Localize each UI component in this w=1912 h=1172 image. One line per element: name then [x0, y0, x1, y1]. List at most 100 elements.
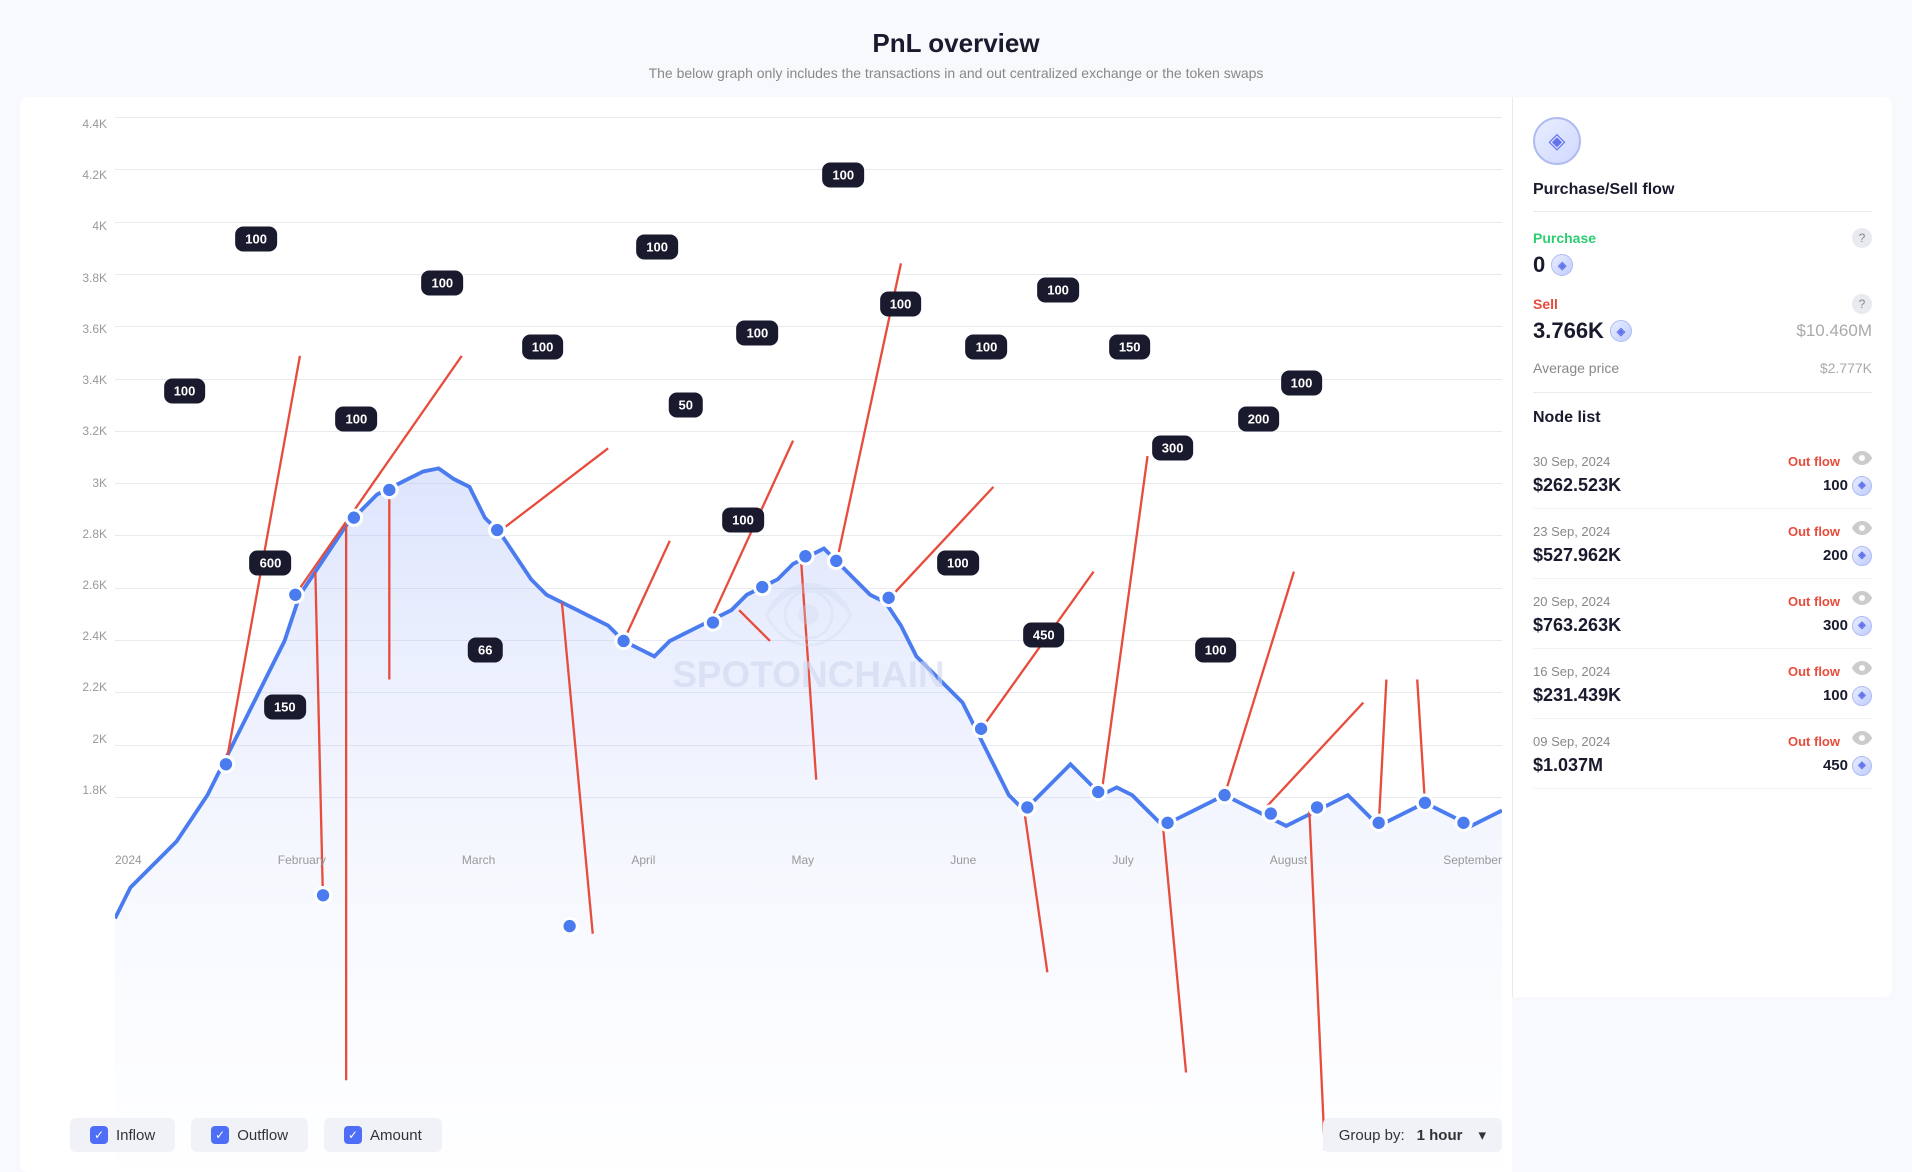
node-item-4: 09 Sep, 2024 Out flow $1.037M 450 ◈ [1533, 719, 1872, 789]
node-eth-4: 450 ◈ [1823, 756, 1872, 776]
node-eth-3: 100 ◈ [1823, 686, 1872, 706]
node-item-header-3: 16 Sep, 2024 Out flow [1533, 661, 1872, 681]
page-title: PnL overview [0, 28, 1912, 59]
x-axis: 2024 February March April May June July … [115, 853, 1502, 867]
data-label-4: 100 [336, 407, 378, 432]
node-item-header-2: 20 Sep, 2024 Out flow [1533, 591, 1872, 611]
eth-icon: ◈ [1549, 128, 1566, 154]
node-flow-type-0: Out flow [1788, 454, 1840, 469]
node-item-values-2: $763.263K 300 ◈ [1533, 615, 1872, 636]
node-date-0: 30 Sep, 2024 [1533, 454, 1610, 469]
x-label-5: June [950, 853, 976, 867]
purchase-values: 0 ◈ [1533, 252, 1872, 278]
y-label-6: 3.2K [70, 424, 115, 438]
bottom-controls: ✓ Inflow ✓ Outflow ✓ Amount Group by: 1 … [70, 1118, 1502, 1152]
y-label-4: 3.6K [70, 322, 115, 336]
x-label-1: February [278, 853, 326, 867]
node-amount-4: $1.037M [1533, 755, 1603, 776]
eye-icon-3[interactable] [1852, 661, 1872, 681]
node-item-values-1: $527.962K 200 ◈ [1533, 545, 1872, 566]
data-label-20: 200 [1238, 407, 1280, 432]
data-label-16: 100 [1037, 277, 1079, 302]
chevron-down-icon: ▾ [1478, 1126, 1486, 1144]
sell-help-icon[interactable]: ? [1852, 294, 1872, 314]
y-axis: 4.4K 4.2K 4K 3.8K 3.6K 3.4K 3.2K 3K 2.8K… [70, 117, 115, 797]
x-label-2: March [462, 853, 495, 867]
eye-icon-2[interactable] [1852, 591, 1872, 611]
node-eth-badge-0: ◈ [1852, 476, 1872, 496]
node-flow-type-2: Out flow [1788, 594, 1840, 609]
chart-svg: SPOTONCHAIN 👁 [115, 117, 1502, 1165]
data-label-5: 100 [421, 270, 463, 295]
data-label-6: 66 [468, 637, 502, 662]
y-label-11: 2.2K [70, 680, 115, 694]
amount-label: Amount [370, 1127, 422, 1144]
data-label-3: 150 [264, 695, 306, 720]
node-item-values-4: $1.037M 450 ◈ [1533, 755, 1872, 776]
node-item-0: 30 Sep, 2024 Out flow $262.523K 100 ◈ [1533, 439, 1872, 509]
y-label-0: 4.4K [70, 117, 115, 131]
data-label-15: 100 [937, 551, 979, 576]
avg-price-value: $2.777K [1820, 360, 1872, 376]
node-list-container: 30 Sep, 2024 Out flow $262.523K 100 ◈ [1533, 439, 1872, 789]
sell-usd: $10.460M [1796, 321, 1872, 341]
node-eth-badge-2: ◈ [1852, 616, 1872, 636]
node-item-header-0: 30 Sep, 2024 Out flow [1533, 451, 1872, 471]
avg-price-row: Average price $2.777K [1533, 360, 1872, 393]
x-label-8: September [1443, 853, 1502, 867]
group-by-select[interactable]: Group by: 1 hour ▾ [1323, 1118, 1502, 1152]
data-label-8: 100 [636, 234, 678, 259]
node-eth-badge-1: ◈ [1852, 546, 1872, 566]
purchase-card: Purchase ? 0 ◈ [1533, 228, 1872, 278]
node-date-2: 20 Sep, 2024 [1533, 594, 1610, 609]
group-by-value: 1 hour [1417, 1127, 1463, 1144]
node-item-header-1: 23 Sep, 2024 Out flow [1533, 521, 1872, 541]
data-label-7: 100 [522, 335, 564, 360]
node-date-4: 09 Sep, 2024 [1533, 734, 1610, 749]
node-eth-1: 200 ◈ [1823, 546, 1872, 566]
svg-text:👁: 👁 [760, 572, 858, 658]
node-item-values-0: $262.523K 100 ◈ [1533, 475, 1872, 496]
sell-card: Sell ? 3.766K ◈ $10.460M [1533, 294, 1872, 344]
data-label-2: 600 [250, 551, 292, 576]
y-label-2: 4K [70, 219, 115, 233]
node-list-title: Node list [1533, 409, 1872, 427]
sell-label: Sell [1533, 296, 1558, 312]
node-eth-2: 300 ◈ [1823, 616, 1872, 636]
node-flow-type-4: Out flow [1788, 734, 1840, 749]
eye-icon-0[interactable] [1852, 451, 1872, 471]
outflow-label: Outflow [237, 1127, 288, 1144]
data-label-1: 100 [235, 227, 277, 252]
node-amount-0: $262.523K [1533, 475, 1621, 496]
y-label-8: 2.8K [70, 527, 115, 541]
data-label-0: 100 [164, 378, 206, 403]
sell-eth-badge: ◈ [1610, 320, 1632, 342]
node-eth-badge-4: ◈ [1852, 756, 1872, 776]
y-label-5: 3.4K [70, 373, 115, 387]
purchase-card-header: Purchase ? [1533, 228, 1872, 248]
inflow-checkbox[interactable]: ✓ [90, 1126, 108, 1144]
node-item-2: 20 Sep, 2024 Out flow $763.263K 300 ◈ [1533, 579, 1872, 649]
node-date-3: 16 Sep, 2024 [1533, 664, 1610, 679]
node-eth-0: 100 ◈ [1823, 476, 1872, 496]
amount-checkbox[interactable]: ✓ [344, 1126, 362, 1144]
y-label-12: 2K [70, 732, 115, 746]
node-amount-2: $763.263K [1533, 615, 1621, 636]
outflow-checkbox[interactable]: ✓ [211, 1126, 229, 1144]
x-label-7: August [1270, 853, 1307, 867]
data-label-12: 100 [822, 162, 864, 187]
outflow-legend[interactable]: ✓ Outflow [191, 1118, 308, 1152]
purchase-label: Purchase [1533, 230, 1596, 246]
avg-price-label: Average price [1533, 360, 1619, 376]
node-amount-3: $231.439K [1533, 685, 1621, 706]
y-label-3: 3.8K [70, 271, 115, 285]
eye-icon-4[interactable] [1852, 731, 1872, 751]
amount-legend[interactable]: ✓ Amount [324, 1118, 442, 1152]
data-label-21: 100 [1195, 637, 1237, 662]
right-panel: ◈ Purchase/Sell flow Purchase ? 0 ◈ Sell… [1512, 97, 1892, 997]
eye-icon-1[interactable] [1852, 521, 1872, 541]
node-flow-type-3: Out flow [1788, 664, 1840, 679]
inflow-legend[interactable]: ✓ Inflow [70, 1118, 175, 1152]
purchase-amount: 0 ◈ [1533, 252, 1573, 278]
purchase-help-icon[interactable]: ? [1852, 228, 1872, 248]
